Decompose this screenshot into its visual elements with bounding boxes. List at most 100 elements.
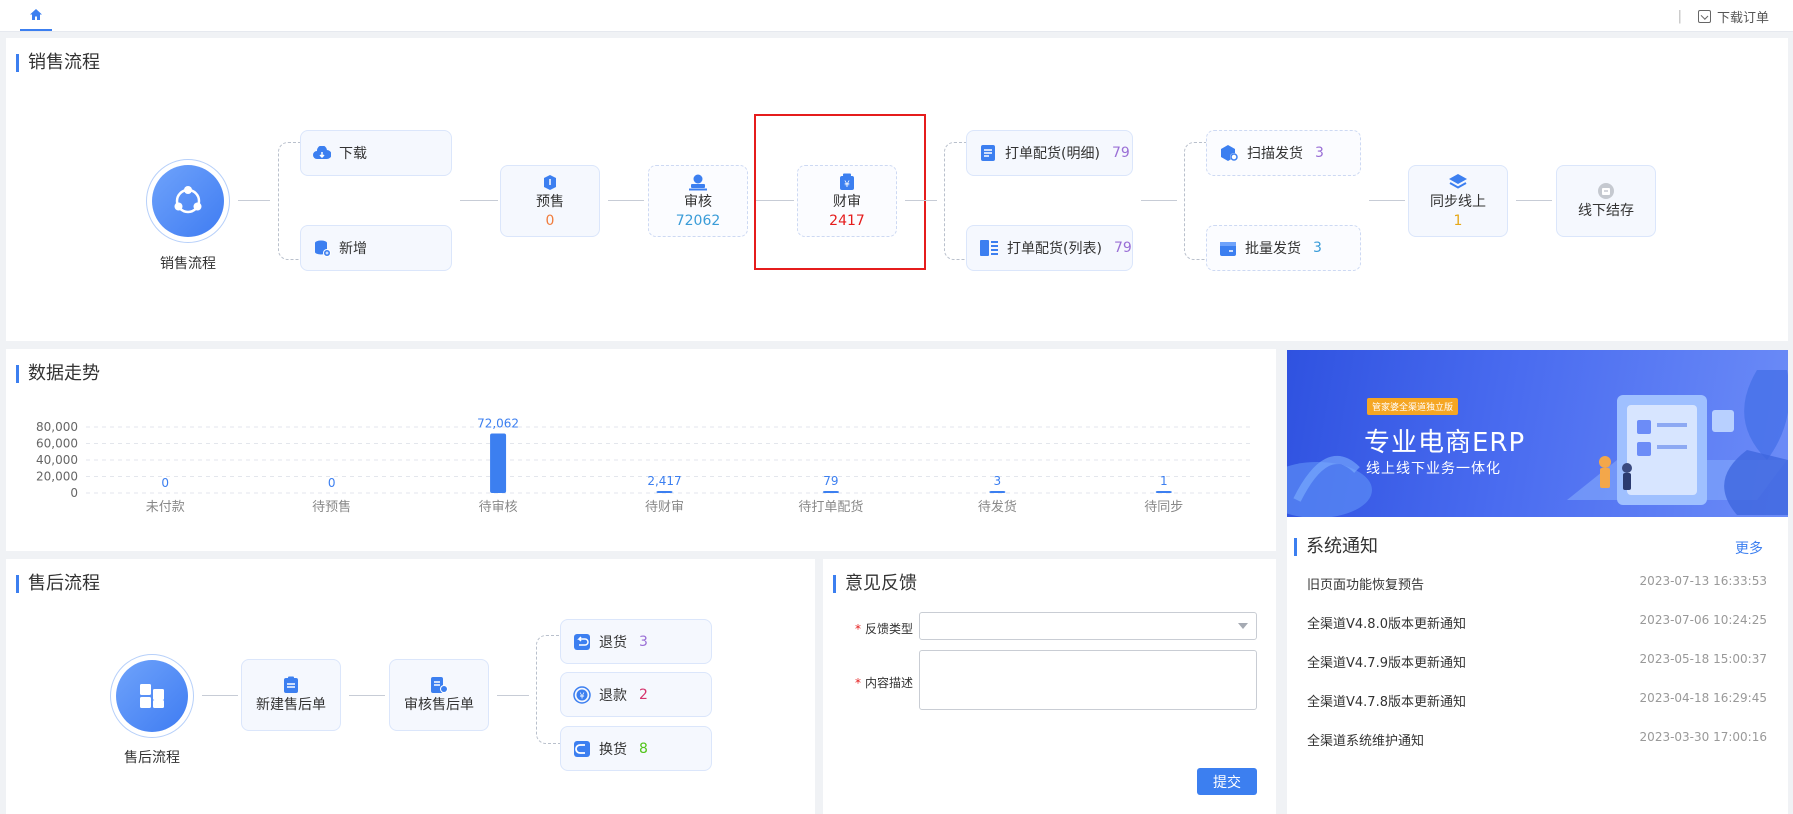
bar-value-label: 0: [328, 476, 336, 490]
sync-online-count: 1: [1453, 213, 1463, 229]
chart-bar: [1155, 491, 1172, 493]
sales-flow-start[interactable]: [146, 159, 230, 243]
sync-online-node[interactable]: 同步线上 1: [1408, 165, 1508, 237]
required-mark: *: [854, 622, 861, 636]
chart-bar: [656, 491, 673, 493]
return-node[interactable]: 退货 3: [560, 619, 712, 664]
share-flow-icon: [174, 186, 202, 214]
connector: [1141, 200, 1177, 201]
connector: [905, 200, 937, 201]
notice-item[interactable]: 全渠道V4.7.9版本更新通知 2023-05-18 15:00:37: [1307, 652, 1767, 671]
sales-flow-start-label: 销售流程: [160, 256, 216, 272]
banner-title: 专业电商ERP: [1364, 428, 1526, 458]
chart-bar: [822, 491, 839, 493]
download-node-label: 下载: [339, 146, 367, 162]
notice-time: 2023-07-13 16:33:53: [1639, 574, 1767, 588]
x-category-label: 待同步: [1144, 500, 1183, 515]
notice-item[interactable]: 旧页面功能恢复预告 2023-07-13 16:33:53: [1307, 574, 1767, 593]
aftersale-flow-panel: 售后流程 售后流程 新建售后单 审核售后单 退货 3 ¥ 退款 2 换货 8: [6, 559, 815, 814]
notice-time: 2023-03-30 17:00:16: [1639, 730, 1767, 744]
list-view-icon: [980, 240, 998, 256]
exchange-label: 换货: [599, 741, 627, 758]
bar-value-label: 0: [161, 476, 169, 490]
bar-value-label: 1: [1160, 474, 1168, 488]
new-aftersale-label: 新建售后单: [256, 697, 326, 713]
box-icon: [544, 175, 556, 190]
return-label: 退货: [599, 634, 627, 651]
home-tab[interactable]: [20, 0, 52, 31]
print-detail-node[interactable]: 打单配货(明细) 79: [966, 130, 1133, 176]
notice-time: 2023-07-06 10:24:25: [1639, 613, 1767, 627]
download-node[interactable]: 下载: [300, 130, 452, 176]
org-chart-icon: [140, 684, 164, 708]
database-add-icon: [315, 240, 331, 257]
connector: [349, 695, 385, 696]
connector: [497, 695, 529, 696]
connector: [608, 200, 644, 201]
highlight-box: [754, 114, 926, 270]
cloud-download-icon: [313, 146, 331, 159]
batch-ship-node[interactable]: 批量发货 3: [1206, 225, 1361, 271]
notice-title: 全渠道V4.8.0版本更新通知: [1307, 617, 1466, 632]
return-count: 3: [639, 633, 648, 650]
refund-count: 2: [639, 686, 648, 703]
batch-ship-count: 3: [1313, 240, 1322, 256]
required-mark: *: [854, 676, 861, 690]
refund-label: 退款: [599, 687, 627, 704]
x-category-label: 未付款: [146, 500, 185, 515]
clipboard-icon: [284, 676, 298, 693]
home-icon: [30, 9, 42, 20]
print-detail-count: 79: [1111, 145, 1130, 161]
notice-item[interactable]: 全渠道系统维护通知 2023-03-30 17:00:16: [1307, 730, 1767, 749]
add-node[interactable]: 新增: [300, 225, 452, 271]
presale-count: 0: [545, 213, 555, 229]
refund-node[interactable]: ¥ 退款 2: [560, 672, 712, 717]
connector: [238, 200, 270, 201]
scan-ship-count: 3: [1315, 145, 1324, 161]
offline-stock-node[interactable]: 线下结存: [1556, 165, 1656, 237]
new-aftersale-node[interactable]: 新建售后单: [241, 659, 341, 731]
y-tick-label: 60,000: [36, 437, 78, 451]
download-order-button[interactable]: | 下载订单: [1678, 7, 1769, 26]
y-tick-label: 80,000: [36, 420, 78, 434]
add-node-label: 新增: [339, 241, 367, 257]
feedback-title: 意见反馈: [833, 575, 917, 593]
exchange-icon: [574, 740, 590, 757]
audit-count: 72062: [675, 213, 721, 229]
x-category-label: 待财审: [645, 500, 684, 515]
more-link[interactable]: 更多: [1735, 538, 1763, 558]
download-order-label: 下载订单: [1716, 11, 1769, 26]
chevron-down-icon: [1238, 623, 1248, 629]
document-list-icon: [981, 145, 995, 161]
feedback-type-select[interactable]: [919, 612, 1257, 640]
submit-button[interactable]: 提交: [1197, 768, 1257, 795]
sales-flow-panel: 销售流程 销售流程 下载 新增 预售 0 审核 72062 ¥ 财审 2417 …: [6, 38, 1788, 341]
top-bar: | 下载订单: [0, 0, 1793, 32]
scan-ship-node[interactable]: 扫描发货 3: [1206, 130, 1361, 176]
svg-text:¥: ¥: [579, 691, 584, 700]
notice-item[interactable]: 全渠道V4.7.8版本更新通知 2023-04-18 16:29:45: [1307, 691, 1767, 710]
print-list-node[interactable]: 打单配货(列表) 79: [966, 225, 1133, 271]
audit-aftersale-label: 审核售后单: [404, 697, 474, 713]
exchange-node[interactable]: 换货 8: [560, 726, 712, 771]
connector: [460, 200, 498, 201]
aftersale-flow-start[interactable]: [110, 654, 194, 738]
notice-title: 旧页面功能恢复预告: [1307, 578, 1425, 593]
connector: [1516, 200, 1552, 201]
aftersale-flow-title: 售后流程: [16, 575, 100, 593]
content-desc-input[interactable]: [919, 650, 1257, 710]
presale-node[interactable]: 预售 0: [500, 165, 600, 237]
notice-item[interactable]: 全渠道V4.8.0版本更新通知 2023-07-06 10:24:25: [1307, 613, 1767, 632]
feedback-type-text: 反馈类型: [864, 622, 913, 636]
return-arrow-icon: [574, 633, 590, 650]
audit-node[interactable]: 审核 72062: [648, 165, 748, 237]
print-detail-label: 打单配货(明细): [1005, 146, 1100, 162]
exchange-count: 8: [639, 740, 648, 757]
divider: |: [1677, 9, 1682, 24]
promo-banner[interactable]: 管家婆全渠道独立版 专业电商ERP 线上线下业务一体化: [1287, 350, 1788, 517]
refund-coin-icon: ¥: [573, 685, 591, 704]
chart-bar: [490, 433, 507, 493]
x-category-label: 待预售: [312, 499, 351, 515]
audit-aftersale-node[interactable]: 审核售后单: [389, 659, 489, 731]
banner-subtitle: 线上线下业务一体化: [1366, 461, 1501, 477]
